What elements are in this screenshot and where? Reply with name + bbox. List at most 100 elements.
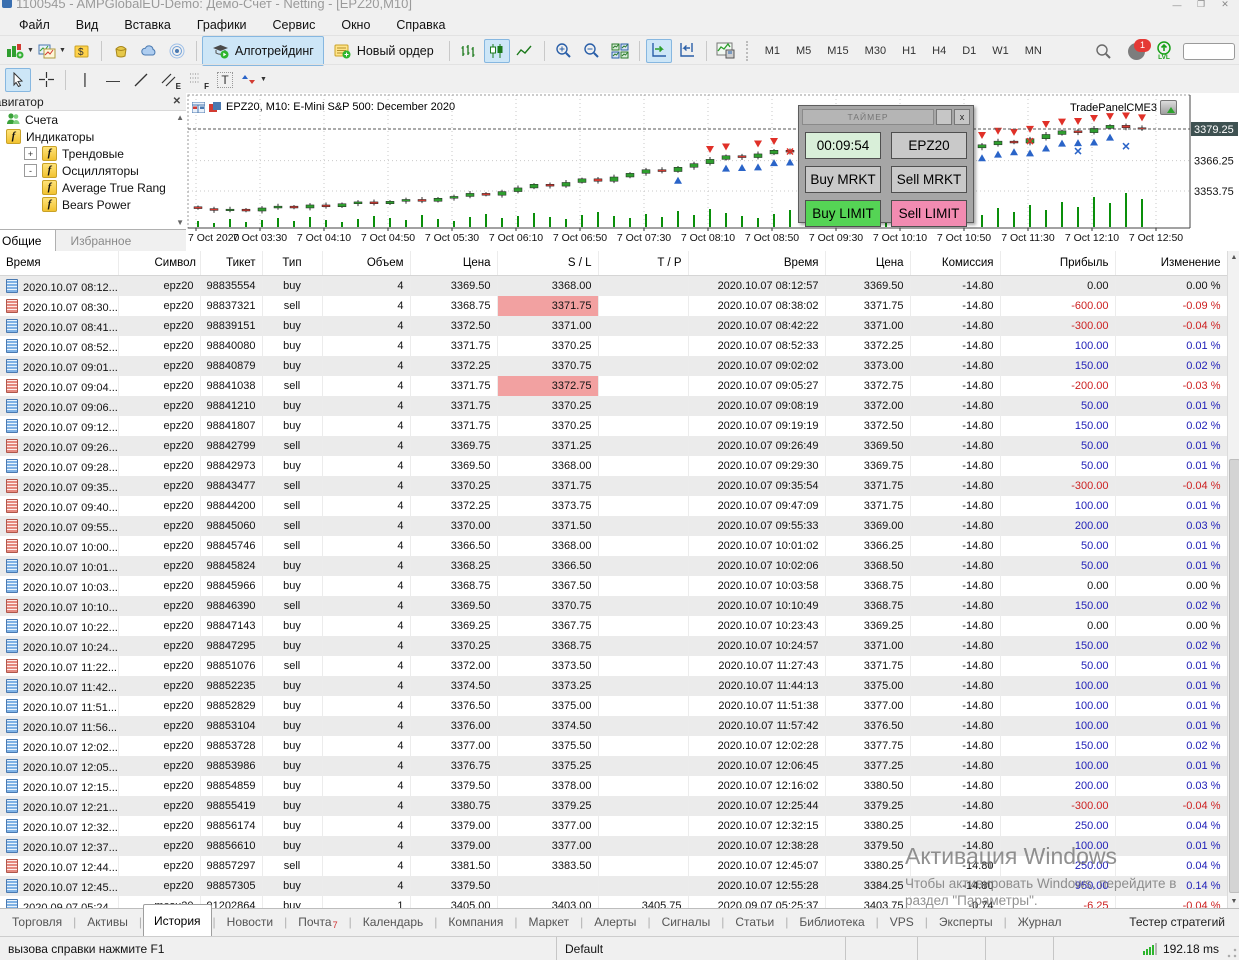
column-header-5-Цена[interactable]: Цена [410, 251, 498, 276]
crosshair-tool-icon[interactable] [33, 68, 59, 92]
new-chart-icon[interactable]: ▼ [5, 39, 35, 63]
horizontal-line-tool-icon[interactable]: — [100, 68, 126, 92]
status-profile[interactable]: Default [556, 937, 845, 960]
history-row[interactable]: 2020.10.07 09:28... epz20 98842973 buy 4 3369… [0, 456, 1227, 476]
tile-windows-icon[interactable] [607, 39, 633, 63]
table-scrollbar[interactable]: ▲ ▼ [1227, 251, 1239, 908]
chevron-down-icon[interactable]: ▼ [260, 76, 267, 83]
sell-limit-button[interactable]: Sell LIMIT [891, 200, 967, 227]
algo-trading-button[interactable]: Алготрейдинг [201, 35, 324, 66]
resize-grip[interactable] [1227, 948, 1237, 958]
one-click-panel-icon[interactable] [192, 101, 205, 113]
timeframe-M30[interactable]: M30 [857, 42, 894, 60]
history-row[interactable]: 2020.10.07 09:12... epz20 98841807 buy 4 3371… [0, 416, 1227, 436]
navigator-tab-общие[interactable]: Общие [0, 230, 57, 251]
zoom-in-icon[interactable] [551, 39, 577, 63]
one-click-toggle[interactable] [1183, 42, 1235, 60]
panel-close-button[interactable]: x [954, 109, 970, 125]
history-row[interactable]: 2020.10.07 09:26... epz20 98842799 sell 4 336… [0, 436, 1227, 456]
line-chart-type-icon[interactable] [512, 39, 538, 63]
status-connection[interactable]: 192.18 ms [1053, 937, 1239, 960]
symbol-button[interactable]: EPZ20 [891, 132, 967, 159]
tab-торговля[interactable]: Торговля [2, 909, 72, 936]
equidistant-channel-tool-icon[interactable]: Е [156, 68, 182, 92]
history-row[interactable]: 2020.10.07 12:32... epz20 98856174 buy 4 3379… [0, 816, 1227, 836]
tab-эксперты[interactable]: Эксперты [929, 909, 1003, 936]
menu-item-Окно[interactable]: Окно [328, 16, 383, 34]
nav-item-счета[interactable]: Счета [0, 111, 186, 128]
new-order-button[interactable]: Новый ордер [324, 36, 444, 66]
scroll-up-icon[interactable]: ▲ [176, 113, 184, 122]
buy-market-button[interactable]: Buy MRKT [805, 166, 881, 193]
history-row[interactable]: 2020.10.07 09:04... epz20 98841038 sell 4 337… [0, 376, 1227, 396]
column-header-10-Комиссия[interactable]: Комиссия [910, 251, 1001, 276]
timeframe-H1[interactable]: H1 [894, 42, 924, 60]
column-header-1-Символ[interactable]: Символ▲ [118, 251, 201, 276]
history-row[interactable]: 2020.10.07 10:03... epz20 98845966 buy 4 3368… [0, 576, 1227, 596]
nav-item-осцилляторы[interactable]: - f Осцилляторы [0, 162, 186, 179]
history-row[interactable]: 2020.10.07 12:21... epz20 98855419 buy 4 3380… [0, 796, 1227, 816]
buy-limit-button[interactable]: Buy LIMIT [805, 200, 881, 227]
expand-icon[interactable]: + [24, 147, 37, 160]
nav-item-индикаторы[interactable]: f Индикаторы [0, 128, 186, 145]
history-row[interactable]: 2020.10.07 08:30... epz20 98837321 sell 4 336… [0, 296, 1227, 316]
tab-маркет[interactable]: Маркет [518, 909, 579, 936]
column-header-0-Время[interactable]: Время [0, 251, 119, 276]
tab-почта[interactable]: Почта 7 [288, 909, 347, 936]
history-row[interactable]: 2020.10.07 09:55... epz20 98845060 sell 4 337… [0, 516, 1227, 536]
cloud-icon[interactable] [136, 39, 162, 63]
auto-scroll-icon[interactable] [645, 38, 672, 63]
history-row[interactable]: 2020.10.07 10:22... epz20 98847143 buy 4 3369… [0, 616, 1227, 636]
menu-item-Справка[interactable]: Справка [383, 16, 458, 34]
signal-icon[interactable] [164, 39, 190, 63]
history-row[interactable]: 2020.10.07 10:24... epz20 98847295 buy 4 3370… [0, 636, 1227, 656]
wallet-icon[interactable] [108, 39, 134, 63]
column-header-12-Изменение[interactable]: Изменение [1115, 251, 1227, 276]
history-row[interactable]: 2020.10.07 11:56... epz20 98853104 buy 4 3376… [0, 716, 1227, 736]
menu-item-Вид[interactable]: Вид [63, 16, 112, 34]
tab-strategy-tester[interactable]: Тестер стратегий [1117, 909, 1237, 936]
history-row[interactable]: 2020.10.07 09:01... epz20 98840879 buy 4 3372… [0, 356, 1227, 376]
menu-item-Вставка[interactable]: Вставка [111, 16, 183, 34]
history-row[interactable]: 2020.10.07 12:37... epz20 98856610 buy 4 3379… [0, 836, 1227, 856]
history-row[interactable]: 2020.10.07 09:40... epz20 98844200 sell 4 337… [0, 496, 1227, 516]
timeframe-D1[interactable]: D1 [954, 42, 984, 60]
menu-item-Графики[interactable]: Графики [184, 16, 260, 34]
fibonacci-tool-icon[interactable]: F [184, 68, 210, 92]
timeframe-M5[interactable]: M5 [788, 42, 819, 60]
timeframe-MN[interactable]: MN [1017, 42, 1050, 60]
minimize-button[interactable]: — [1165, 0, 1189, 12]
navigator-header[interactable]: Навигатор ✕ [0, 93, 186, 111]
close-icon[interactable]: ✕ [173, 96, 181, 107]
tab-статьи[interactable]: Статьи [725, 909, 784, 936]
menu-item-Сервис[interactable]: Сервис [260, 16, 329, 34]
maximize-button[interactable]: ❐ [1189, 0, 1213, 12]
text-tool-icon[interactable]: T [212, 68, 238, 92]
tab-журнал[interactable]: Журнал [1008, 909, 1072, 936]
tab-новости[interactable]: Новости [217, 909, 283, 936]
history-row[interactable]: 2020.10.07 10:10... epz20 98846390 sell 4 336… [0, 596, 1227, 616]
timeframe-H4[interactable]: H4 [924, 42, 954, 60]
column-header-4-Объем[interactable]: Объем [322, 251, 411, 276]
tab-активы[interactable]: Активы [77, 909, 138, 936]
market-watch-icon[interactable]: $ [69, 39, 95, 63]
history-row[interactable]: 2020.10.07 12:05... epz20 98853986 buy 4 3376… [0, 756, 1227, 776]
column-header-7-T / P[interactable]: T / P [598, 251, 689, 276]
tab-алерты[interactable]: Алерты [584, 909, 646, 936]
history-row[interactable]: 2020.10.07 11:51... epz20 98852829 buy 4 3376… [0, 696, 1227, 716]
column-header-9-Цена[interactable]: Цена [825, 251, 911, 276]
history-row[interactable]: 2020.10.07 08:12... epz20 98835554 buy 4 3369… [0, 275, 1227, 296]
chart-plot[interactable]: 7 Oct 20207 Oct 03:30 7 Oct 04:10 7 Oct 04… [186, 93, 1239, 251]
column-header-11-Прибыль[interactable]: Прибыль [1000, 251, 1116, 276]
history-row[interactable]: 2020.10.07 10:00... epz20 98845746 sell 4 336… [0, 536, 1227, 556]
cursor-tool-icon[interactable] [5, 67, 31, 92]
column-header-8-Время[interactable]: Время [688, 251, 826, 276]
candlestick-chart-type-icon[interactable] [483, 38, 510, 63]
chevron-down-icon[interactable]: ▼ [27, 47, 34, 54]
history-row[interactable]: 2020.10.07 12:45... epz20 98857305 buy 4 3379… [0, 876, 1227, 896]
tab-компания[interactable]: Компания [438, 909, 513, 936]
depth-of-market-icon[interactable] [209, 101, 222, 113]
column-header-3-Тип[interactable]: Тип [262, 251, 323, 276]
scroll-down-icon[interactable]: ▼ [176, 218, 184, 227]
bar-chart-type-icon[interactable] [456, 39, 482, 63]
